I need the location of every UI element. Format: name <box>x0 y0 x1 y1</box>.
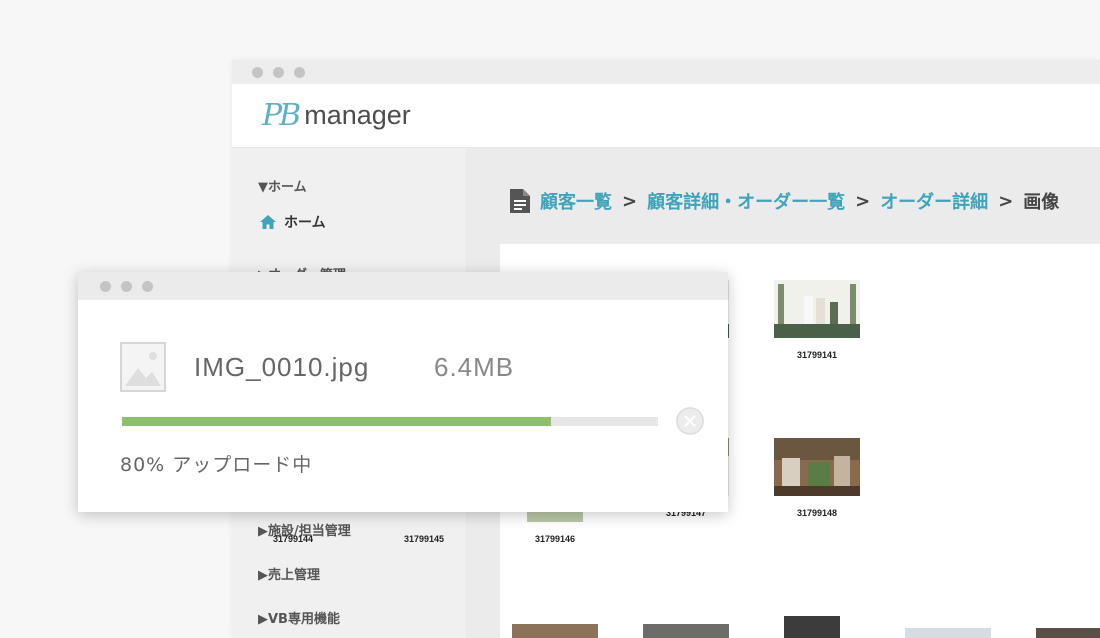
upload-dialog: IMG_0010.jpg 6.4MB 80% アップロード中 <box>78 272 728 512</box>
logo-text: manager <box>304 100 411 130</box>
app-header: PB manager <box>232 84 1100 148</box>
photo-id-label: 31799141 <box>796 350 838 360</box>
photo-item[interactable]: 31799141 <box>762 280 872 360</box>
breadcrumb-customer-detail[interactable]: 顧客詳細・オーダー一覧 <box>647 188 845 214</box>
breadcrumb-separator: > <box>998 190 1014 212</box>
dialog-titlebar <box>78 272 728 300</box>
photo-thumbnail <box>905 628 991 638</box>
breadcrumb-separator: > <box>855 190 871 212</box>
file-name: IMG_0010.jpg <box>194 352 370 382</box>
sidebar-section-home[interactable]: ▼ホーム <box>258 176 307 195</box>
breadcrumb: 顧客一覧 > 顧客詳細・オーダー一覧 > オーダー詳細 > 画像 <box>510 188 1059 214</box>
cancel-upload-button[interactable] <box>676 407 704 435</box>
photo-thumbnail <box>784 616 840 638</box>
home-icon <box>260 215 276 229</box>
photo-thumbnail <box>512 624 598 638</box>
logo-mark: PB <box>262 98 301 133</box>
photo-thumbnail <box>774 438 860 496</box>
sidebar-item-home[interactable]: ホーム <box>260 212 326 232</box>
breadcrumb-separator: > <box>622 190 638 212</box>
window-titlebar <box>232 60 1100 84</box>
sidebar-item-label: ホーム <box>284 215 326 231</box>
maximize-dot[interactable] <box>294 67 305 78</box>
close-dot[interactable] <box>100 281 111 292</box>
breadcrumb-customer-list[interactable]: 顧客一覧 <box>540 188 612 214</box>
document-icon <box>510 189 530 213</box>
photo-id-label: 31799146 <box>534 534 576 544</box>
upload-status: 80% アップロード中 <box>120 454 313 476</box>
breadcrumb-current: 画像 <box>1023 192 1060 213</box>
minimize-dot[interactable] <box>273 67 284 78</box>
upload-progress-fill <box>122 417 551 426</box>
window-controls <box>252 67 305 78</box>
file-size: 6.4MB <box>434 352 515 382</box>
dialog-window-controls <box>100 281 153 292</box>
sidebar-item-sales[interactable]: ▶売上管理 <box>258 564 320 583</box>
sidebar-item-vb[interactable]: ▶VB専用機能 <box>258 608 340 627</box>
upload-progress-bar <box>122 417 658 426</box>
photo-item[interactable]: 31799148 <box>762 438 872 518</box>
photo-thumbnail <box>774 280 860 338</box>
photo-id-label: 31799145 <box>403 534 445 544</box>
photo-thumbnail <box>643 624 729 638</box>
photo-id-label: 31799148 <box>796 508 838 518</box>
photo-id-label: 31799144 <box>272 534 314 544</box>
photo-thumbnail <box>1036 628 1100 638</box>
image-file-icon <box>120 342 166 392</box>
minimize-dot[interactable] <box>121 281 132 292</box>
maximize-dot[interactable] <box>142 281 153 292</box>
close-dot[interactable] <box>252 67 263 78</box>
breadcrumb-order-detail[interactable]: オーダー詳細 <box>880 188 988 214</box>
close-icon <box>676 407 704 435</box>
